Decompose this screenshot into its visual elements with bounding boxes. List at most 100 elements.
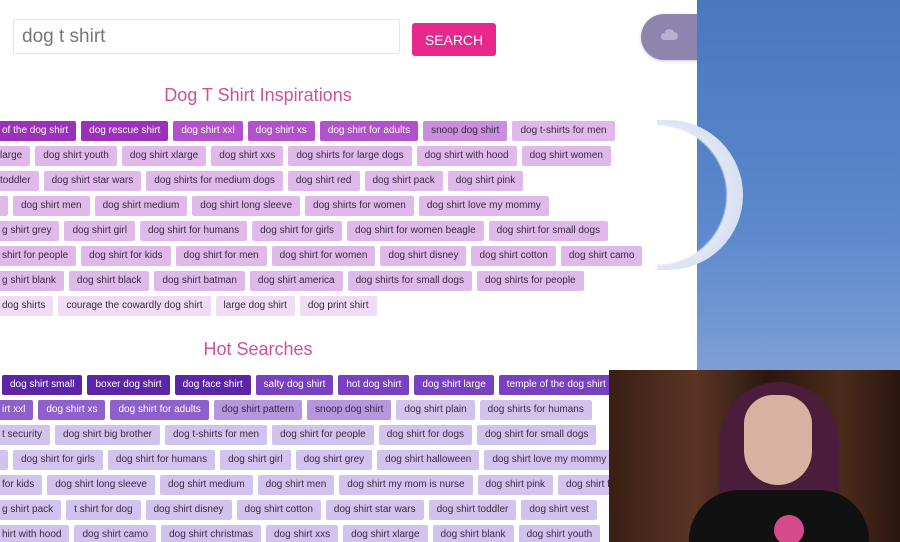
tag-chip[interactable]: dog shirt for women beagle xyxy=(347,221,484,241)
tag-chip[interactable]: dog shirt for humans xyxy=(139,221,248,241)
tag-chip[interactable]: dog shirt large xyxy=(414,375,494,395)
tag-chip[interactable]: dog shirts for large dogs xyxy=(288,146,412,166)
tag-chip[interactable]: salty dog shirt xyxy=(255,375,334,395)
tag-chip[interactable]: dog shirts for women xyxy=(305,196,414,216)
tag-row: shirt for people dog shirt for kids dog sh… xyxy=(0,246,697,266)
tag-chip[interactable]: dog shirt for girls xyxy=(252,221,343,241)
tag-chip[interactable]: dog rescue shirt xyxy=(81,121,169,141)
tag-chip[interactable]: dog shirt for kids xyxy=(81,246,171,266)
tag-chip[interactable]: dog shirt christmas xyxy=(161,525,261,542)
tag-chip[interactable]: dog shirt girl xyxy=(64,221,135,241)
hot-searches-tag-list: dog shirt small boxer dog shirt dog face s… xyxy=(0,375,697,542)
tag-chip[interactable]: dog face shirt xyxy=(174,375,251,395)
tag-chip[interactable]: dog shirt plain xyxy=(396,400,475,420)
tag-chip[interactable]: dog shirt big brother xyxy=(55,425,160,445)
tag-chip[interactable]: dog shirt pink xyxy=(447,171,524,191)
tag-chip[interactable]: dog shirt xxl xyxy=(173,121,243,141)
tag-chip[interactable]: dog shirt for small dogs xyxy=(477,425,597,445)
tag-chip[interactable] xyxy=(0,196,8,216)
tag-chip[interactable]: dog shirt love my mommy xyxy=(484,450,615,470)
tag-chip[interactable]: dog shirt xxs xyxy=(266,525,339,542)
search-button[interactable]: SEARCH xyxy=(412,23,496,56)
tag-chip[interactable]: dog shirt star wars xyxy=(43,171,142,191)
tag-chip[interactable]: g shirt blank xyxy=(0,271,64,291)
tag-chip[interactable]: dog shirt medium xyxy=(159,475,253,495)
tag-chip[interactable]: dog shirt medium xyxy=(94,196,188,216)
tag-chip[interactable]: temple of the dog shirt xyxy=(498,375,614,395)
tag-chip[interactable] xyxy=(0,450,8,470)
tag-chip[interactable]: dog shirt long sleeve xyxy=(192,196,301,216)
tag-chip[interactable]: t security xyxy=(0,425,51,445)
tag-chip[interactable]: hirt with hood xyxy=(0,525,70,542)
tag-chip[interactable]: dog shirt for dogs xyxy=(378,425,473,445)
tag-chip[interactable]: large xyxy=(0,146,31,166)
tag-chip[interactable]: snoop dog shirt xyxy=(423,121,508,141)
tag-chip[interactable]: dog shirts for people xyxy=(477,271,584,291)
tag-chip[interactable]: g shirt grey xyxy=(0,221,60,241)
tag-chip[interactable]: for kids xyxy=(0,475,43,495)
tag-chip[interactable]: dog shirt long sleeve xyxy=(47,475,155,495)
tag-chip[interactable]: dog shirt youth xyxy=(35,146,117,166)
tag-chip[interactable]: dog shirt halloween xyxy=(377,450,480,470)
tag-chip[interactable]: dog shirt for humans xyxy=(107,450,216,470)
tag-chip[interactable]: dog shirts for small dogs xyxy=(347,271,472,291)
tag-chip[interactable]: snoop dog shirt xyxy=(307,400,392,420)
tag-chip[interactable]: dog shirt xlarge xyxy=(343,525,428,542)
tag-chip[interactable]: dog shirts xyxy=(0,296,54,316)
tag-chip[interactable]: dog shirt pack xyxy=(364,171,443,191)
tag-chip[interactable]: dog shirt for small dogs xyxy=(488,221,609,241)
tag-chip[interactable]: dog shirt pink xyxy=(477,475,554,495)
tag-chip[interactable]: dog shirt youth xyxy=(518,525,601,542)
tag-chip[interactable]: dog shirt vest xyxy=(521,500,597,520)
tag-chip[interactable]: dog shirt for girls xyxy=(13,450,103,470)
tag-chip[interactable]: dog shirt for women xyxy=(271,246,376,266)
tag-chip[interactable]: dog shirt for men xyxy=(175,246,267,266)
tag-chip[interactable]: dog shirt cotton xyxy=(471,246,556,266)
search-input[interactable] xyxy=(13,19,400,54)
tag-chip[interactable]: dog shirt men xyxy=(13,196,90,216)
tag-chip[interactable]: dog shirt for people xyxy=(272,425,374,445)
tag-chip[interactable]: courage the cowardly dog shirt xyxy=(58,296,211,316)
tag-chip[interactable]: dog shirt xlarge xyxy=(121,146,207,166)
tag-chip[interactable]: dog shirt xxs xyxy=(211,146,284,166)
tag-chip[interactable]: hot dog shirt xyxy=(338,375,410,395)
tag-chip[interactable]: dog shirt for adults xyxy=(319,121,419,141)
tag-chip[interactable]: dog shirts for medium dogs xyxy=(146,171,283,191)
tag-chip[interactable]: dog shirt star wars xyxy=(325,500,424,520)
tag-chip[interactable]: dog shirt grey xyxy=(295,450,373,470)
tag-chip[interactable]: dog shirt girl xyxy=(220,450,291,470)
tag-chip[interactable]: dog shirt small xyxy=(2,375,83,395)
tag-chip[interactable]: dog shirt xs xyxy=(38,400,106,420)
tag-chip[interactable]: dog shirt with hood xyxy=(416,146,517,166)
tag-chip[interactable]: dog t-shirts for men xyxy=(512,121,615,141)
tag-chip[interactable]: dog shirt love my mommy xyxy=(418,196,549,216)
tag-chip[interactable]: dog shirt men xyxy=(257,475,335,495)
tag-chip[interactable]: of the dog shirt xyxy=(0,121,77,141)
tag-chip[interactable]: dog shirt disney xyxy=(380,246,467,266)
tag-chip[interactable]: large dog shirt xyxy=(215,296,295,316)
tag-chip[interactable]: shirt for people xyxy=(0,246,77,266)
tag-chip[interactable]: dog shirt camo xyxy=(74,525,157,542)
tag-chip[interactable]: dog print shirt xyxy=(299,296,377,316)
tag-chip[interactable]: dog shirt america xyxy=(249,271,343,291)
tag-chip[interactable]: boxer dog shirt xyxy=(87,375,170,395)
tag-chip[interactable]: dog shirt toddler xyxy=(428,500,517,520)
tag-chip[interactable]: dog shirt batman xyxy=(154,271,245,291)
tag-chip[interactable]: dog shirt camo xyxy=(560,246,643,266)
tag-chip[interactable]: dog shirt for adults xyxy=(110,400,209,420)
tag-chip[interactable]: dog shirt cotton xyxy=(236,500,321,520)
tag-chip[interactable]: dog t-shirts for men xyxy=(164,425,268,445)
tag-chip[interactable]: dog shirts for humans xyxy=(479,400,592,420)
tag-chip[interactable]: dog shirt women xyxy=(521,146,611,166)
tag-chip[interactable]: toddler xyxy=(0,171,39,191)
tag-chip[interactable]: irt xxl xyxy=(0,400,34,420)
tag-chip[interactable]: dog shirt black xyxy=(68,271,150,291)
tag-chip[interactable]: dog shirt xs xyxy=(247,121,315,141)
tag-chip[interactable]: dog shirt my mom is nurse xyxy=(339,475,473,495)
tag-chip[interactable]: g shirt pack xyxy=(0,500,62,520)
tag-chip[interactable]: dog shirt red xyxy=(287,171,360,191)
tag-chip[interactable]: dog shirt pattern xyxy=(213,400,303,420)
tag-chip[interactable]: dog shirt blank xyxy=(432,525,514,542)
tag-chip[interactable]: t shirt for dog xyxy=(66,500,141,520)
tag-chip[interactable]: dog shirt disney xyxy=(145,500,232,520)
